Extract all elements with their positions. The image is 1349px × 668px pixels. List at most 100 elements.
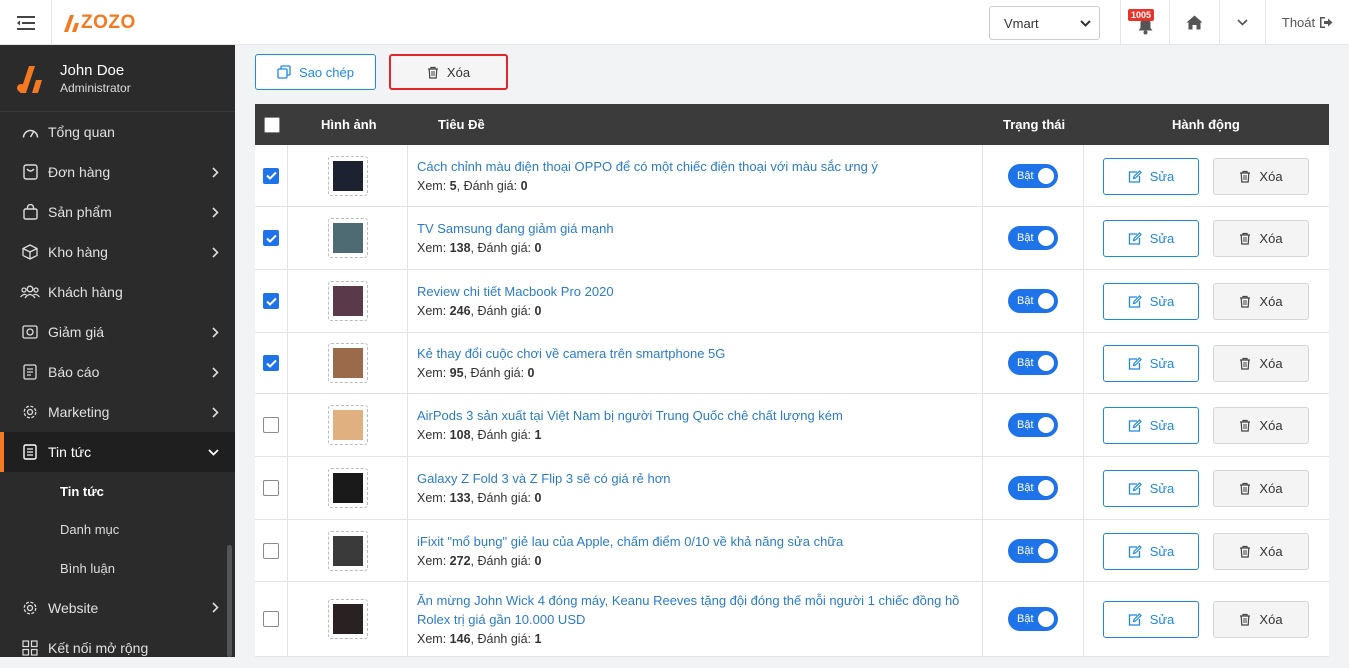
delete-button[interactable]: Xóa [1213,532,1309,570]
article-thumbnail[interactable] [327,405,368,445]
status-toggle[interactable]: Bật [1008,538,1058,563]
status-toggle[interactable]: Bật [1008,289,1058,313]
status-toggle[interactable]: Bật [1008,351,1058,375]
table-row: Kẻ thay đổi cuộc chơi về camera trên sma… [255,333,1329,394]
sidebar-item-reports[interactable]: Báo cáo [0,352,235,392]
sidebar-subitem-categories[interactable]: Danh mục [0,511,235,550]
sidebar-subitem-news[interactable]: Tin tức [0,472,235,511]
logout-button[interactable]: Thoát [1265,0,1349,45]
article-thumbnail[interactable] [327,281,368,321]
chevron-right-icon [212,246,219,258]
row-title-cell: Cách chỉnh màu điện thoại OPPO để có một… [408,145,983,206]
delete-button[interactable]: Xóa [1213,157,1309,195]
article-thumbnail[interactable] [327,530,368,571]
status-toggle[interactable]: Bật [1008,226,1058,250]
row-status-cell: Bật [983,582,1084,656]
delete-button[interactable]: Xóa [1213,407,1309,444]
article-title-link[interactable]: AirPods 3 sản xuất tại Việt Nam bị người… [417,406,843,425]
user-profile[interactable]: John Doe Administrator [0,45,235,112]
store-select[interactable]: Vmart [989,6,1100,40]
logo[interactable]: ZOZO [62,12,136,34]
sidebar-item-warehouse[interactable]: Kho hàng [0,232,235,272]
rating-count: 0 [534,491,542,505]
row-status-cell: Bật [983,333,1084,393]
row-checkbox[interactable] [263,480,279,496]
row-checkbox[interactable] [263,230,279,246]
delete-button[interactable]: Xóa [1213,283,1309,320]
edit-label: Sửa [1149,612,1175,627]
column-header-title[interactable]: Tiêu Đề [438,104,485,145]
article-meta: Xem: 272, Đánh giá: 0 [417,553,542,568]
rating-label: Đánh giá: [477,428,531,442]
thumbnail-image [332,604,363,634]
chevron-right-icon [212,366,219,378]
user-menu-dropdown[interactable] [1219,0,1265,45]
menu-toggle-button[interactable] [0,0,52,45]
sidebar-item-discounts[interactable]: Giảm giá [0,312,235,352]
sidebar-item-label: Tin tức [48,444,92,460]
sidebar-item-orders[interactable]: Đơn hàng [0,152,235,192]
edit-button[interactable]: Sửa [1103,470,1199,507]
edit-button[interactable]: Sửa [1103,532,1199,570]
edit-button[interactable]: Sửa [1103,601,1199,638]
home-button[interactable] [1169,0,1219,45]
rating-label: Đánh giá: [477,491,531,505]
select-all-checkbox[interactable] [264,116,280,133]
row-checkbox[interactable] [263,167,279,184]
delete-label: Xóa [1259,356,1283,371]
rating-label: Đánh giá: [477,304,531,318]
sidebar-item-integrations[interactable]: Kết nối mở rộng [0,628,235,668]
column-header-status[interactable]: Trạng thái [1003,104,1065,145]
edit-button[interactable]: Sửa [1103,407,1199,444]
row-checkbox[interactable] [263,611,279,627]
delete-label: Xóa [1259,543,1283,559]
sidebar-item-website[interactable]: Website [0,588,235,628]
sidebar-subitem-comments[interactable]: Bình luận [0,549,235,588]
article-thumbnail[interactable] [327,155,368,196]
chevron-right-icon [212,326,219,338]
row-checkbox[interactable] [263,417,279,433]
article-thumbnail[interactable] [327,343,368,383]
edit-button[interactable]: Sửa [1103,283,1199,320]
status-toggle-label: Bật [1017,295,1034,307]
article-thumbnail[interactable] [327,468,368,508]
status-toggle[interactable]: Bật [1008,163,1058,188]
edit-icon [1128,613,1142,626]
sidebar-item-customers[interactable]: Khách hàng [0,272,235,312]
status-toggle[interactable]: Bật [1008,607,1058,631]
row-status-cell: Bật [983,520,1084,581]
thumbnail-image [332,160,363,191]
row-checkbox[interactable] [263,293,279,309]
row-checkbox[interactable] [263,355,279,371]
article-thumbnail[interactable] [327,599,368,639]
delete-button[interactable]: Xóa [1213,601,1309,638]
delete-button[interactable]: Xóa [1213,220,1309,257]
edit-button[interactable]: Sửa [1103,220,1199,257]
row-checkbox[interactable] [263,542,279,559]
edit-button[interactable]: Sửa [1103,157,1199,195]
report-icon [20,362,40,382]
article-title-link[interactable]: Ăn mừng John Wick 4 đóng máy, Keanu Reev… [417,591,972,629]
sidebar-item-dashboard[interactable]: Tổng quan [0,112,235,152]
edit-button[interactable]: Sửa [1103,345,1199,382]
article-title-link[interactable]: iFixit "mổ bụng" giẻ lau của Apple, chấm… [417,532,843,551]
status-toggle[interactable]: Bật [1008,413,1058,437]
sidebar-scrollbar[interactable] [227,545,232,657]
sidebar-item-products[interactable]: Sản phẩm [0,192,235,232]
sidebar-item-marketing[interactable]: Marketing [0,392,235,432]
rating-count: 1 [534,631,542,646]
status-toggle[interactable]: Bật [1008,476,1058,500]
delete-button[interactable]: Xóa [1213,470,1309,507]
notification-button[interactable]: 1005 [1120,0,1169,45]
copy-button[interactable]: Sao chép [255,54,376,90]
bulk-delete-button[interactable]: Xóa [389,54,508,90]
article-title-link[interactable]: Review chi tiết Macbook Pro 2020 [417,282,614,301]
article-thumbnail[interactable] [327,218,368,258]
article-title-link[interactable]: Cách chỉnh màu điện thoại OPPO để có một… [417,157,878,176]
article-title-link[interactable]: Kẻ thay đổi cuộc chơi về camera trên sma… [417,344,725,363]
article-title-link[interactable]: TV Samsung đang giảm giá mạnh [417,219,614,238]
sidebar-item-news[interactable]: Tin tức [0,432,235,472]
article-title-link[interactable]: Galaxy Z Fold 3 và Z Flip 3 sẽ có giá rẻ… [417,469,670,488]
delete-button[interactable]: Xóa [1213,345,1309,382]
views-label: Xem: [417,366,447,380]
